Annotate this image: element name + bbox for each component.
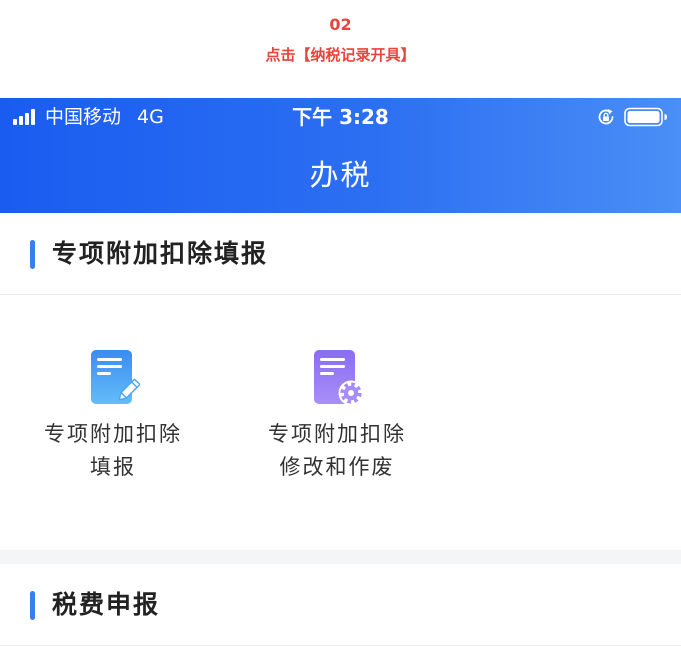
label-line-2: 修改和作废 bbox=[279, 455, 395, 479]
page-title: 办税 bbox=[309, 158, 372, 192]
rotation-lock-icon bbox=[598, 109, 614, 125]
section-accent-bar bbox=[30, 591, 35, 620]
tutorial-caption: 02 点击【纳税记录开具】 bbox=[0, 0, 681, 98]
section-title: 税费申报 bbox=[52, 590, 161, 619]
label-line-1: 专项附加扣除 bbox=[44, 422, 182, 446]
section-header-special-deduction: 专项附加扣除填报 bbox=[0, 213, 681, 295]
section-accent-bar bbox=[30, 240, 35, 269]
section-header-tax-filing: 税费申报 bbox=[0, 564, 681, 646]
status-time: 下午 3:28 bbox=[292, 105, 389, 129]
app-header: 中国移动 4G 下午 3:28 办税 bbox=[0, 98, 681, 213]
service-item-label: 专项附加扣除 填报 bbox=[0, 418, 224, 484]
battery-icon bbox=[624, 107, 667, 127]
status-bar: 中国移动 4G 下午 3:28 bbox=[0, 98, 681, 136]
step-instruction: 点击【纳税记录开具】 bbox=[265, 46, 416, 64]
step-number: 02 bbox=[329, 15, 352, 34]
section-title: 专项附加扣除填报 bbox=[52, 239, 269, 268]
section-separator bbox=[0, 550, 681, 564]
service-item-deduction-fill[interactable]: 专项附加扣除 填报 bbox=[0, 295, 224, 550]
label-line-2: 填报 bbox=[90, 455, 136, 479]
label-line-1: 专项附加扣除 bbox=[268, 422, 406, 446]
phone-screen: 中国移动 4G 下午 3:28 办税 专项附加扣除填报 专项附加扣除 填报 专项… bbox=[0, 98, 681, 669]
service-item-label: 专项附加扣除 修改和作废 bbox=[224, 418, 448, 484]
service-item-deduction-modify[interactable]: 专项附加扣除 修改和作废 bbox=[224, 295, 448, 550]
document-edit-icon bbox=[91, 350, 141, 404]
document-settings-icon bbox=[314, 350, 364, 406]
service-grid: 专项附加扣除 填报 专项附加扣除 修改和作废 bbox=[0, 295, 681, 550]
